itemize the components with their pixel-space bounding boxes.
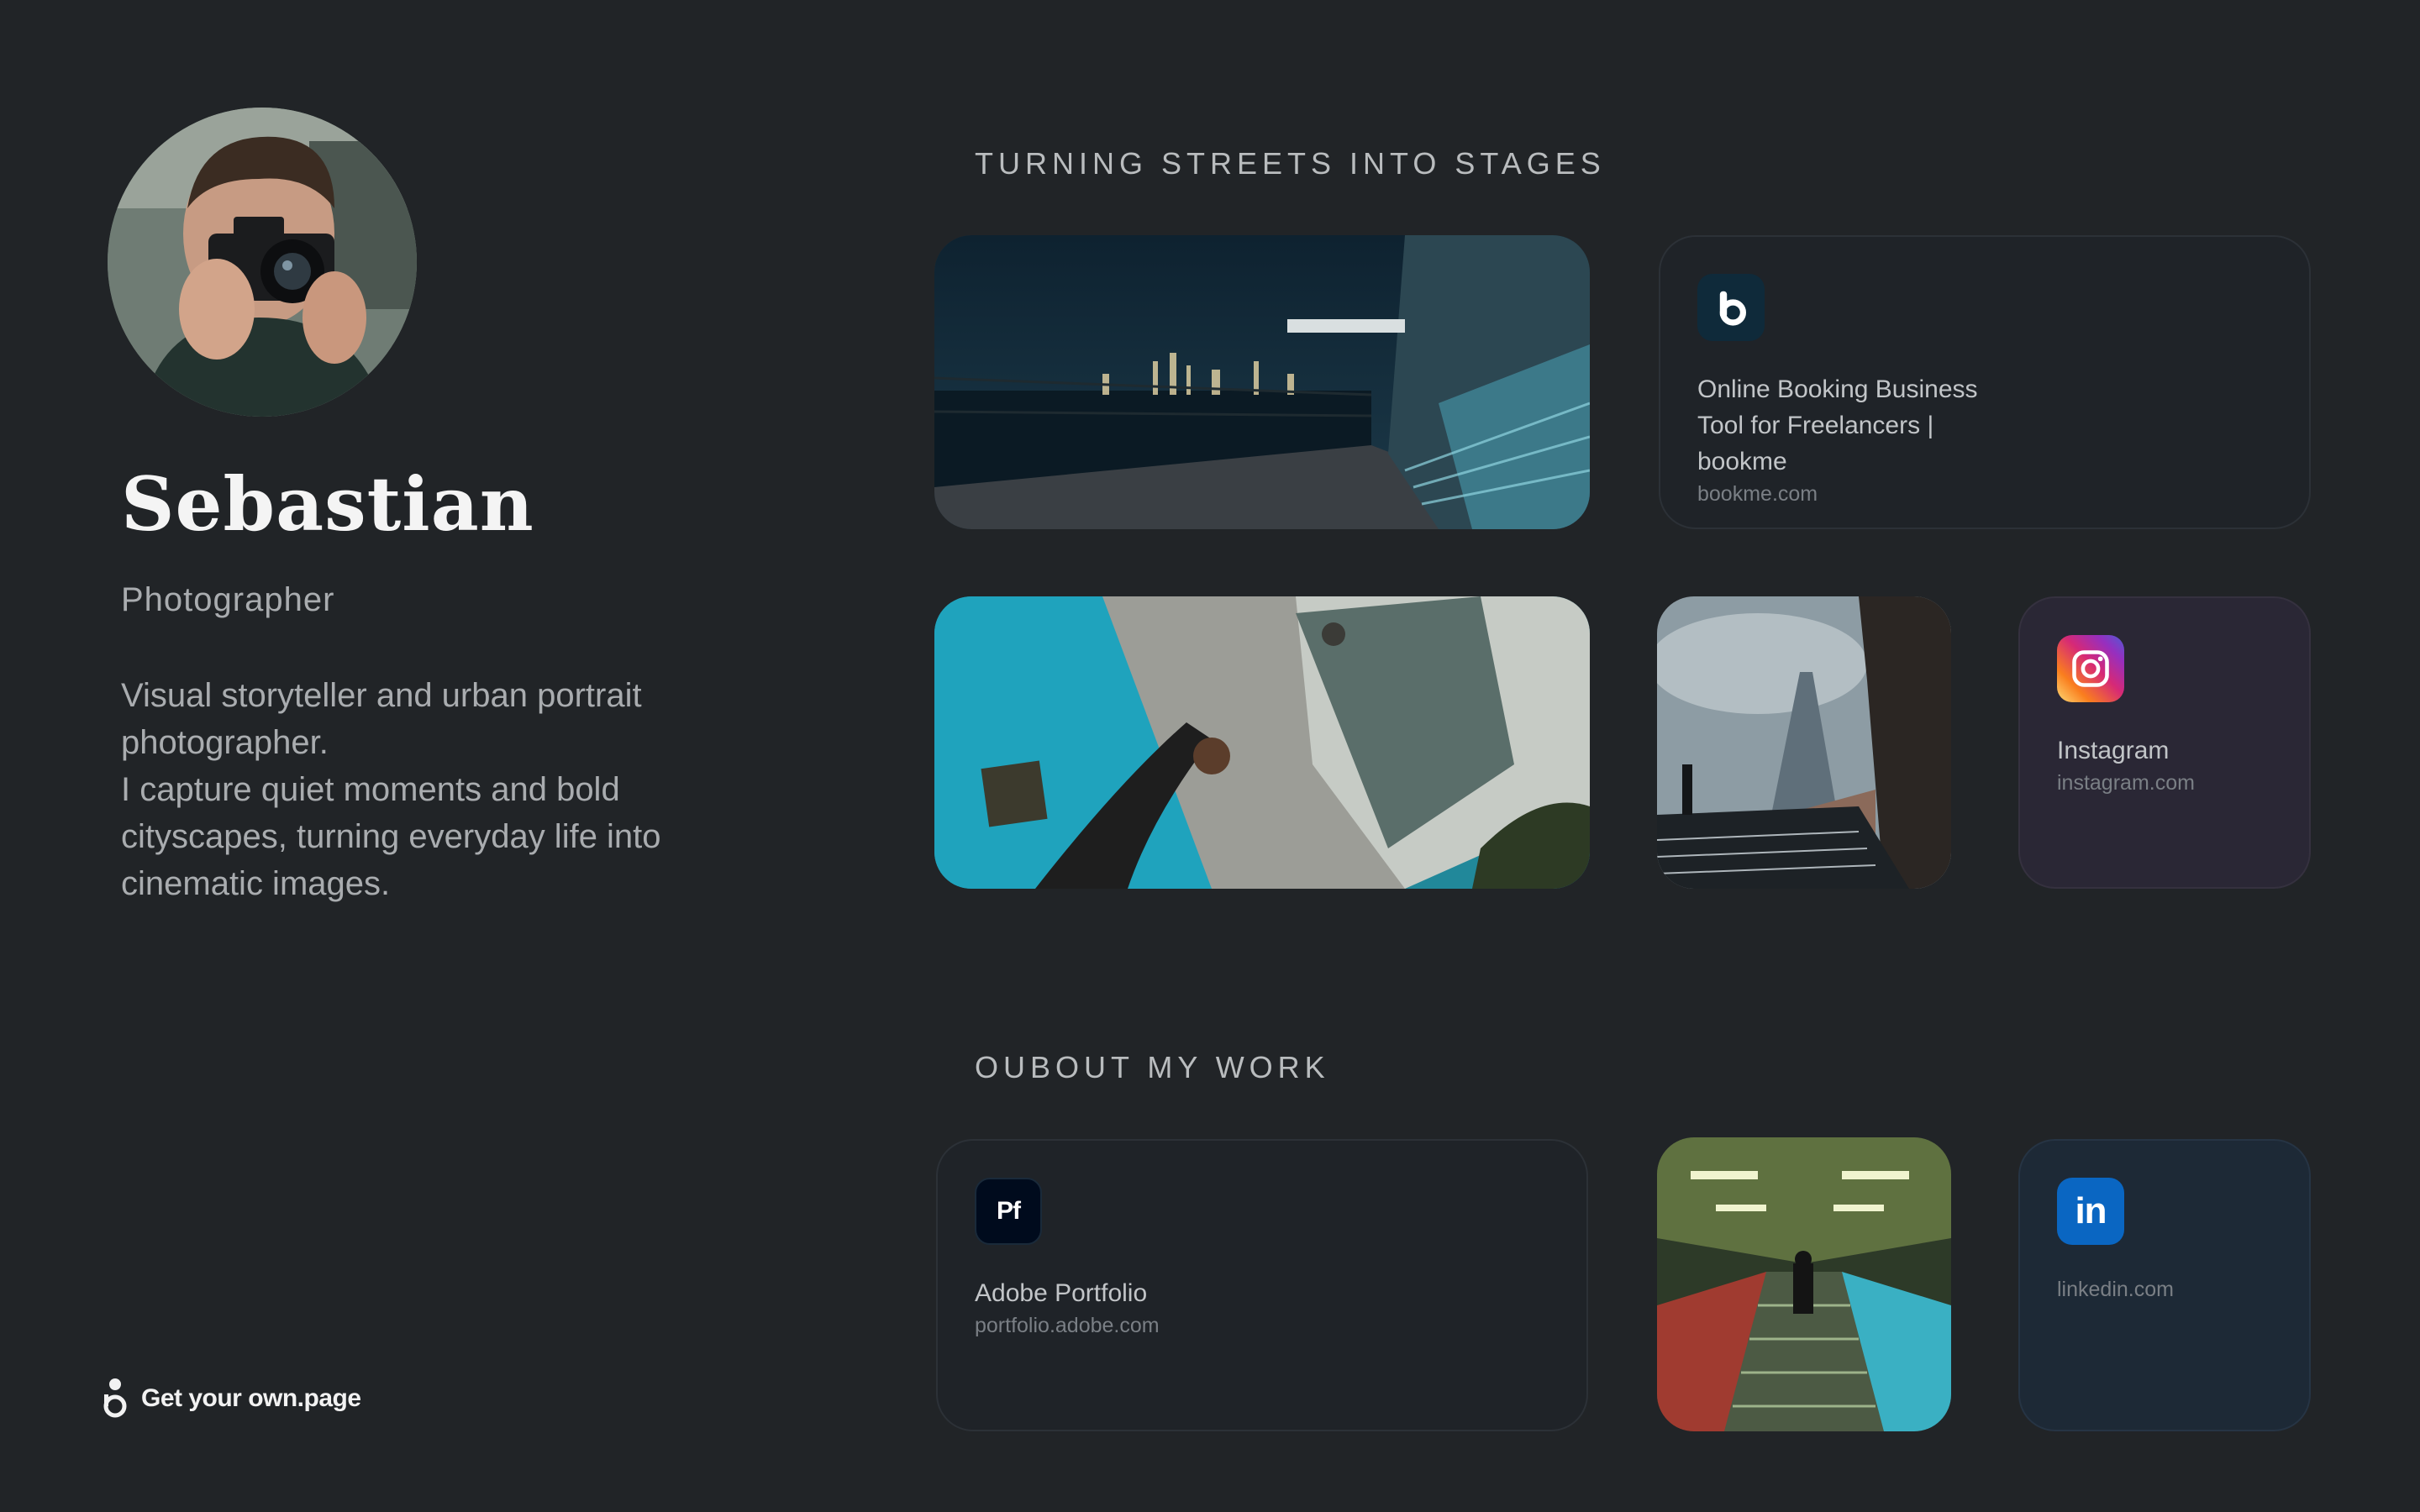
bookme-title: Online Booking Business Tool for Freelan… (1697, 375, 1978, 475)
profile-page: Sebastian Photographer Visual storytelle… (0, 0, 2420, 1512)
adobe-portfolio-icon: Pf (975, 1178, 1042, 1245)
bio-line: I capture quiet moments and bold citysca… (121, 771, 661, 902)
adobe-url: portfolio.adobe.com (975, 1314, 1160, 1337)
photo-waterfront-night[interactable] (934, 235, 1590, 529)
instagram-url: instagram.com (2057, 771, 2195, 795)
section-title-work: OUBOUT MY WORK (975, 1050, 1330, 1084)
adobe-portfolio-glyph: Pf (997, 1197, 1021, 1225)
instagram-icon (2057, 635, 2124, 702)
get-your-own-page-label: Get your own.page (141, 1384, 361, 1412)
profile-avatar (108, 108, 417, 417)
waterfront-night-image (934, 235, 1590, 529)
section-title-streets: TURNING STREETS INTO STAGES (975, 146, 1606, 181)
shard-tower-image (1657, 596, 1951, 889)
linkedin-glyph: in (2075, 1190, 2107, 1231)
link-card-bookme[interactable]: Online Booking Business Tool for Freelan… (1659, 235, 2311, 529)
bookme-url: bookme.com (1697, 482, 1818, 506)
profile-role: Photographer (121, 581, 335, 618)
link-card-linkedin[interactable]: in linkedin.com (2018, 1139, 2311, 1431)
link-card-adobe-portfolio[interactable]: Pf Adobe Portfolio portfolio.adobe.com (936, 1139, 1588, 1431)
avatar-photo (108, 108, 417, 417)
basketball-image (934, 596, 1590, 889)
photo-basketball[interactable] (934, 596, 1590, 889)
linkedin-icon: in (2057, 1178, 2124, 1245)
get-your-own-page-link[interactable]: Get your own.page (101, 1378, 361, 1420)
bookme-b-icon (1697, 274, 1765, 341)
escalator-image (1657, 1137, 1951, 1431)
ownpage-logo-icon (103, 1378, 127, 1418)
bio-line: Visual storyteller and urban portrait ph… (121, 677, 642, 761)
profile-name: Sebastian (121, 460, 534, 548)
link-card-instagram[interactable]: Instagram instagram.com (2018, 596, 2311, 889)
instagram-title: Instagram (2057, 737, 2170, 764)
linkedin-url: linkedin.com (2057, 1278, 2174, 1301)
photo-shard-tower[interactable] (1657, 596, 1951, 889)
adobe-title: Adobe Portfolio (975, 1279, 1148, 1307)
profile-bio: Visual storyteller and urban portrait ph… (121, 672, 760, 907)
photo-escalator[interactable] (1657, 1137, 1951, 1431)
